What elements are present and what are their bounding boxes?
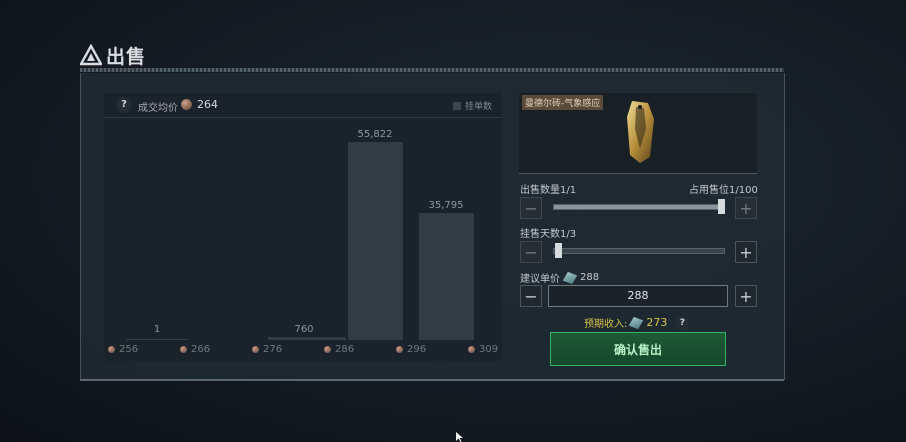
average-price-label: 成交均价	[138, 103, 178, 114]
expected-income-value: 273	[646, 316, 668, 329]
currency-gem-icon	[629, 316, 644, 329]
chart-bar	[126, 339, 188, 340]
expected-income: 预期收入: 273 ?	[584, 315, 690, 330]
bar-value-label: 55,822	[357, 129, 393, 140]
x-tick-label: 266	[180, 344, 210, 355]
confirm-sell-button[interactable]: 确认售出	[550, 332, 726, 366]
listing-days-label: 挂售天数1/3	[520, 229, 577, 240]
chart-header: ? 成交均价 264 挂单数	[104, 93, 502, 118]
bar-value-label: 35,795	[428, 200, 464, 211]
item-image	[627, 101, 654, 163]
x-tick-label: 309	[468, 344, 498, 355]
income-help-button[interactable]: ?	[675, 315, 690, 330]
bar-value-label: 760	[294, 324, 314, 335]
coin-icon	[181, 99, 192, 110]
legend-swatch-icon	[452, 101, 461, 110]
x-tick-label: 296	[396, 344, 426, 355]
slots-label: 占用售位1/100	[689, 185, 758, 196]
bar-value-label: 1	[153, 324, 161, 335]
days-plus-button[interactable]: +	[735, 241, 757, 263]
price-plus-button[interactable]: +	[735, 285, 757, 307]
chart-help-button[interactable]: ?	[116, 97, 132, 113]
suggested-price-value: 288	[580, 272, 600, 283]
days-slider-handle[interactable]	[555, 243, 562, 258]
coin-icon	[252, 346, 259, 353]
quantity-minus-button[interactable]: −	[520, 197, 542, 219]
coin-icon	[180, 346, 187, 353]
price-minus-button[interactable]: −	[520, 285, 542, 307]
quantity-slider[interactable]	[553, 199, 725, 214]
title-divider	[80, 68, 784, 72]
chart-bar	[348, 142, 403, 340]
chart-bar	[268, 337, 346, 340]
page-title: 出售	[106, 45, 147, 68]
page-header: 出售	[80, 42, 146, 68]
quantity-slider-handle[interactable]	[718, 199, 725, 214]
days-minus-button[interactable]: −	[520, 241, 542, 263]
suggested-price: 建议单价 288	[520, 270, 599, 285]
x-tick-label: 286	[324, 344, 354, 355]
price-distribution-chart: ? 成交均价 264 挂单数 1 760 55,822 35,795 256 2…	[104, 93, 502, 361]
coin-icon	[108, 346, 115, 353]
average-price-value: 264	[197, 98, 218, 111]
coin-icon	[396, 346, 403, 353]
mouse-cursor-icon	[456, 432, 463, 442]
chart-bar	[419, 213, 474, 340]
currency-gem-icon	[562, 271, 578, 284]
quantity-plus-button[interactable]: +	[735, 197, 757, 219]
panel-bottom-border	[80, 379, 784, 381]
x-tick-label: 256	[108, 344, 138, 355]
quantity-label: 出售数量1/1	[520, 185, 577, 196]
x-tick-label: 276	[252, 344, 282, 355]
orders-count-label: 挂单数	[464, 102, 492, 112]
coin-icon	[324, 346, 331, 353]
item-card: 曼德尔砖-气象感应	[519, 93, 757, 174]
item-name: 曼德尔砖-气象感应	[522, 95, 604, 110]
unit-price-input[interactable]: 288	[548, 285, 728, 307]
coin-icon	[468, 346, 475, 353]
orders-count-toggle[interactable]: 挂单数	[452, 99, 492, 112]
sell-logo-icon	[80, 44, 102, 66]
days-slider[interactable]	[553, 243, 725, 258]
suggested-price-label: 建议单价	[520, 274, 560, 285]
expected-income-label: 预期收入:	[584, 319, 628, 330]
